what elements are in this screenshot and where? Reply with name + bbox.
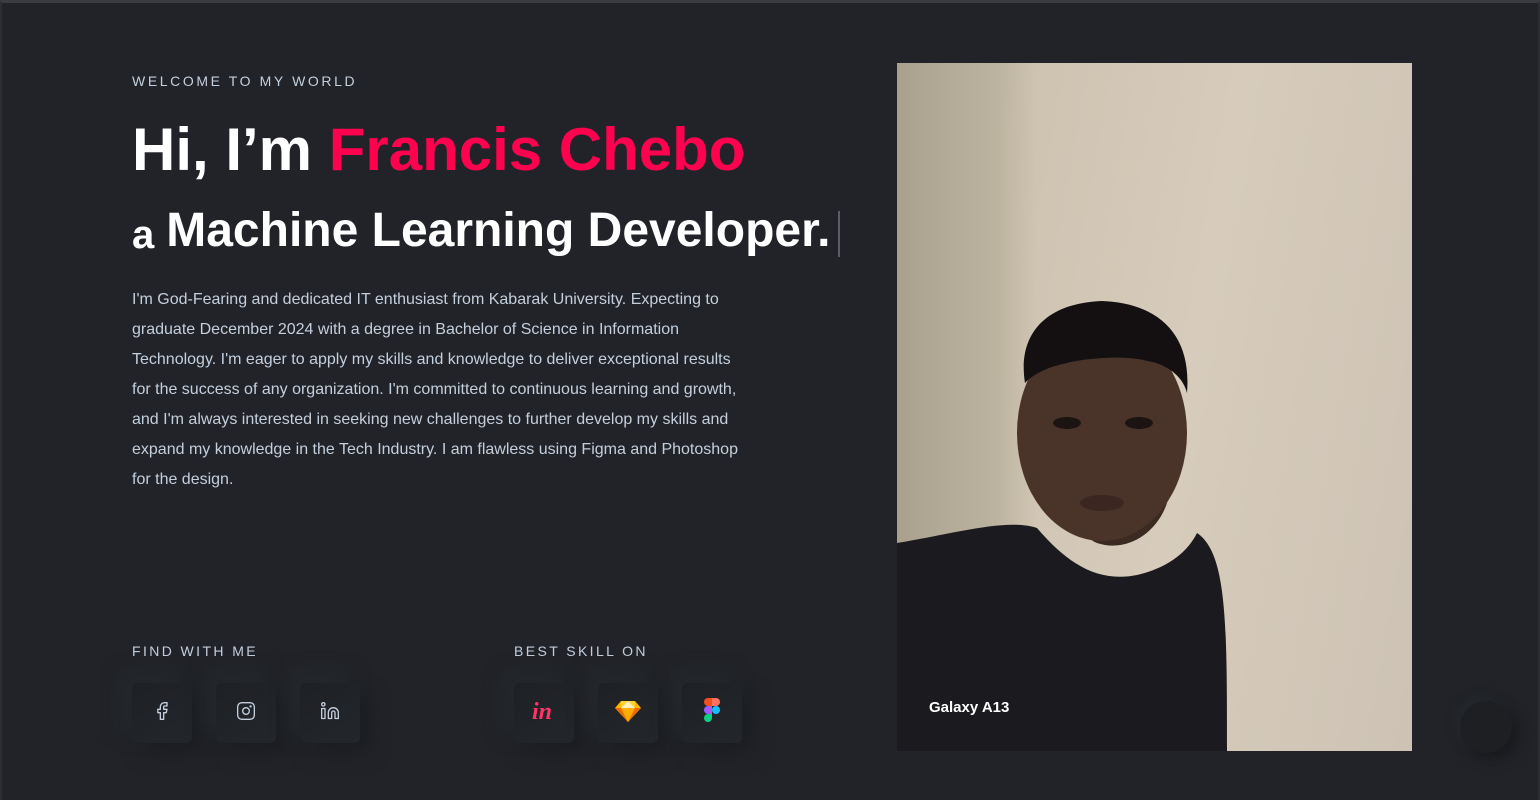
photo-caption: Galaxy A13 (929, 699, 1010, 716)
greeting-text: Hi, I’m (132, 116, 329, 183)
back-to-top-button[interactable] (1460, 701, 1512, 753)
profile-photo: Galaxy A13 (897, 63, 1412, 751)
social-links (132, 683, 360, 743)
figma-icon (703, 697, 721, 729)
figma-button[interactable] (682, 683, 742, 743)
skill-icons: in (514, 683, 742, 743)
svg-text:in: in (532, 699, 552, 723)
best-skill-title: BEST SKILL ON (514, 643, 648, 659)
linkedin-icon (320, 701, 340, 726)
sketch-button[interactable] (598, 683, 658, 743)
invision-icon: in (531, 699, 557, 728)
invision-button[interactable]: in (514, 683, 574, 743)
instagram-icon (236, 701, 256, 726)
bio-text: I'm God-Fearing and dedicated IT enthusi… (132, 291, 738, 488)
role-title: Machine Learning Developer. (166, 204, 831, 257)
facebook-icon (152, 701, 172, 726)
hero-name: Francis Chebo (328, 116, 746, 183)
role-line: a Machine Learning Developer. (132, 203, 841, 259)
person-silhouette (897, 301, 1227, 751)
welcome-kicker: WELCOME TO MY WORLD (132, 73, 358, 89)
facebook-button[interactable] (132, 683, 192, 743)
typing-cursor (838, 211, 841, 257)
linkedin-button[interactable] (300, 683, 360, 743)
sketch-icon (615, 699, 641, 728)
find-with-me-title: FIND WITH ME (132, 643, 259, 659)
hero-section: WELCOME TO MY WORLD Hi, I’m Francis Cheb… (0, 0, 1540, 800)
hero-headline: Hi, I’m Francis Chebo (132, 115, 745, 185)
role-prefix: a (132, 213, 155, 257)
instagram-button[interactable] (216, 683, 276, 743)
